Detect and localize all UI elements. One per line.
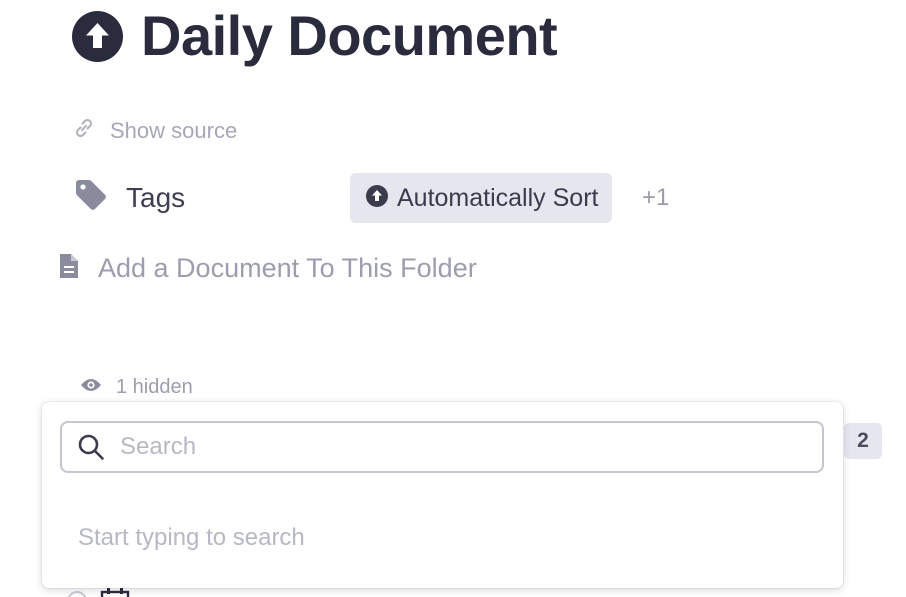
- more-tags-count[interactable]: +1: [642, 184, 669, 212]
- search-input[interactable]: [120, 423, 822, 471]
- document-page: Daily Document Show source Tags Automati…: [0, 0, 906, 597]
- search-popover: Start typing to search: [42, 402, 843, 588]
- tags-label-group: Tags: [74, 178, 185, 217]
- tag-icon: [74, 178, 108, 217]
- tags-row: Tags Automatically Sort +1: [74, 173, 854, 224]
- hidden-count-label: 1 hidden: [116, 376, 193, 398]
- tags-label: Tags: [126, 181, 186, 213]
- arrow-up-circle-icon: [366, 184, 388, 212]
- link-icon: [72, 116, 96, 145]
- tag-chip-automatically-sort[interactable]: Automatically Sort: [350, 173, 613, 223]
- arrow-up-circle-icon[interactable]: [72, 10, 123, 62]
- search-box[interactable]: [60, 421, 824, 473]
- search-icon: [62, 433, 120, 461]
- search-hint: Start typing to search: [78, 524, 305, 551]
- hidden-properties-toggle[interactable]: 1 hidden: [80, 376, 193, 399]
- show-source-label: Show source: [110, 117, 238, 143]
- tag-chip-label: Automatically Sort: [397, 183, 599, 212]
- title-row: Daily Document: [72, 6, 558, 66]
- document-icon: [58, 252, 80, 285]
- add-document-label: Add a Document To This Folder: [98, 253, 477, 283]
- count-badge: 2: [844, 423, 882, 459]
- add-document-button[interactable]: Add a Document To This Folder: [58, 252, 477, 285]
- show-source-link[interactable]: Show source: [72, 116, 237, 145]
- eye-icon: [80, 377, 102, 398]
- page-title[interactable]: Daily Document: [141, 6, 558, 66]
